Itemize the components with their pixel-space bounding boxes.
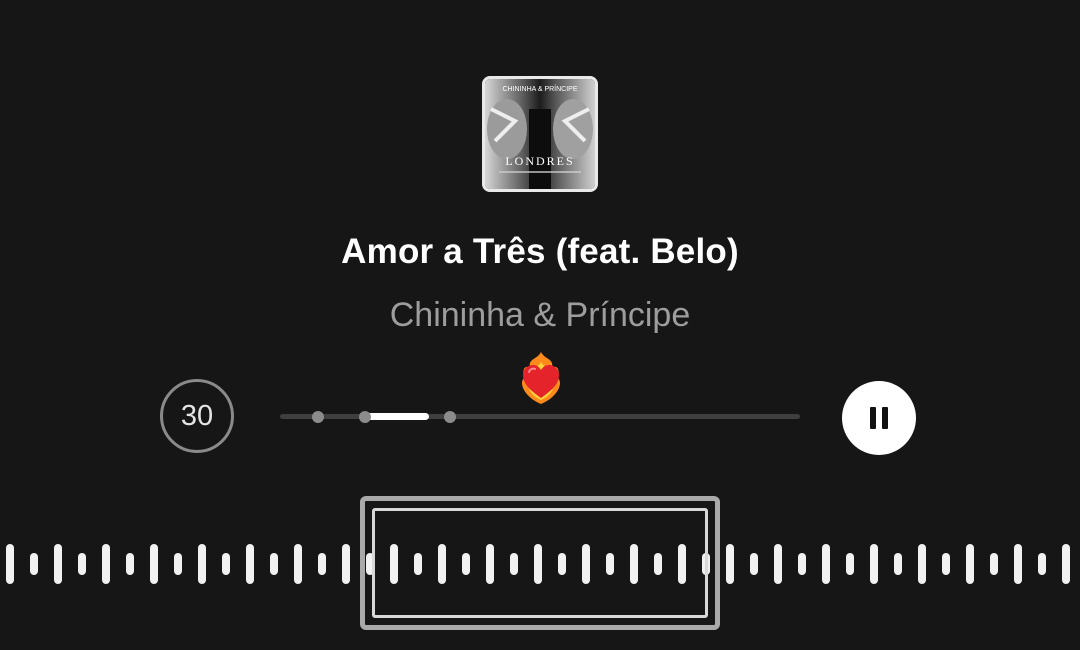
waveform-bar — [990, 553, 998, 575]
waveform-bar — [942, 553, 950, 575]
waveform-bar — [798, 553, 806, 575]
waveform-bar — [174, 553, 182, 575]
pause-icon — [870, 407, 888, 429]
song-title: Amor a Três (feat. Belo) — [341, 232, 739, 271]
waveform-bar — [102, 544, 110, 584]
waveform-bar — [726, 544, 734, 584]
waveform-bar — [222, 553, 230, 575]
waveform-bar — [54, 544, 62, 584]
clip-selector-inner — [372, 508, 708, 618]
waveform-bar — [78, 553, 86, 575]
waveform-bar — [198, 544, 206, 584]
waveform-bar — [294, 544, 302, 584]
album-cover: CHININHA & PRÍNCIPE LONDRES — [482, 76, 598, 192]
cover-artist-text: CHININHA & PRÍNCIPE — [502, 84, 577, 93]
pause-button[interactable] — [842, 381, 916, 455]
artist-name[interactable]: Chininha & Príncipe — [0, 296, 1080, 335]
progress-selected-segment — [365, 413, 429, 420]
waveform-bar — [822, 544, 830, 584]
heart-on-fire-icon[interactable] — [512, 348, 570, 406]
waveform-bar — [318, 553, 326, 575]
waveform-bar — [30, 553, 38, 575]
selection-start-handle[interactable] — [359, 411, 371, 423]
selection-end-handle[interactable] — [444, 411, 456, 423]
progress-track[interactable] — [280, 414, 800, 419]
waveform-bar — [1038, 553, 1046, 575]
waveform-bar — [774, 544, 782, 584]
waveform-bar — [918, 544, 926, 584]
waveform-bar — [846, 553, 854, 575]
waveform-bar — [126, 553, 134, 575]
waveform-bar — [270, 553, 278, 575]
skip-label: 30 — [180, 399, 214, 432]
waveform-bar — [750, 553, 758, 575]
waveform-bar — [246, 544, 254, 584]
waveform-bar — [1062, 544, 1070, 584]
waveform-bar — [870, 544, 878, 584]
waveform-bar — [966, 544, 974, 584]
skip-back-30-button[interactable]: 30 — [160, 379, 234, 453]
cover-title-text: LONDRES — [505, 154, 574, 168]
waveform-bar — [894, 553, 902, 575]
clip-selector-frame[interactable] — [360, 496, 720, 630]
waveform-bar — [6, 544, 14, 584]
waveform-bar — [1014, 544, 1022, 584]
waveform-bar — [150, 544, 158, 584]
waveform-bar — [342, 544, 350, 584]
album-art: CHININHA & PRÍNCIPE LONDRES — [485, 79, 595, 189]
progress-dot[interactable] — [312, 411, 324, 423]
